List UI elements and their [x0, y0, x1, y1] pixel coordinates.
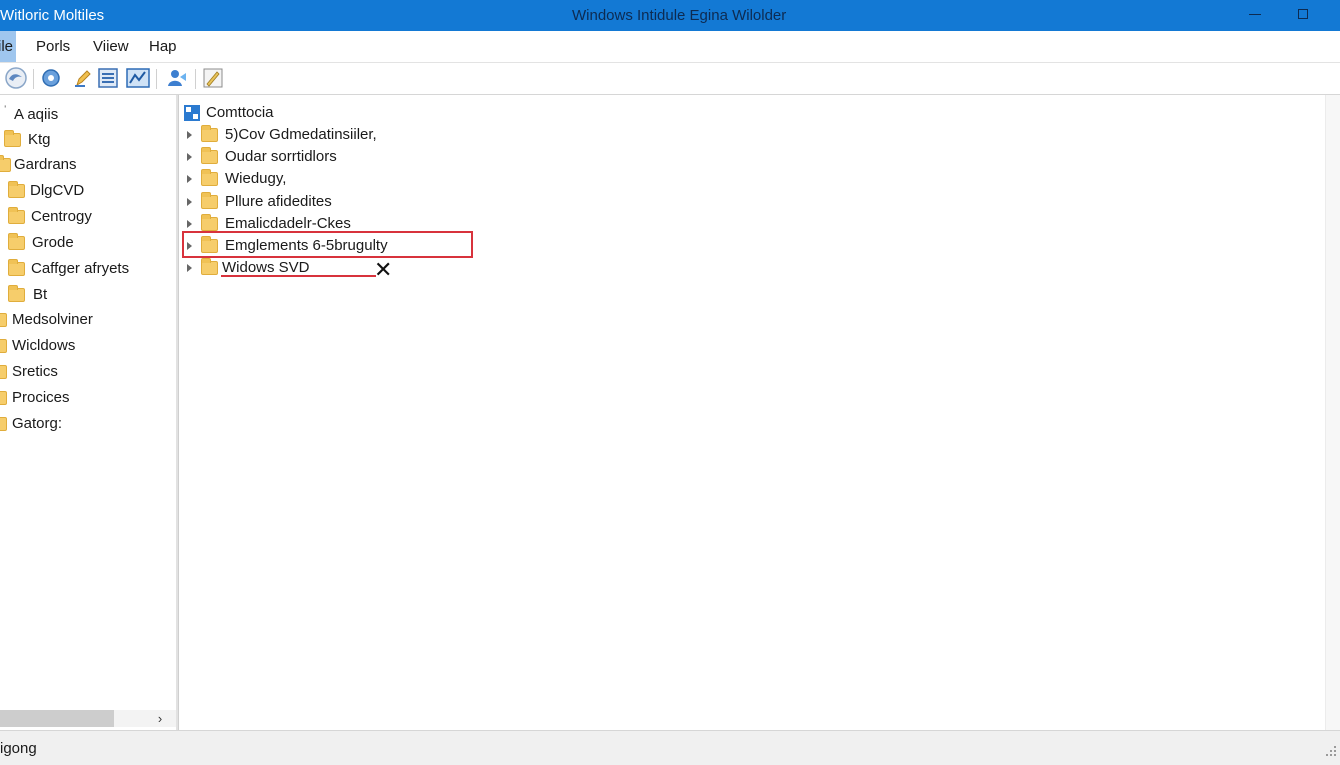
- nav-item-label: Gardrans: [14, 156, 77, 173]
- menu-view[interactable]: Viiew: [91, 31, 131, 62]
- toolbar: [0, 63, 1340, 95]
- properties-icon[interactable]: [202, 67, 224, 89]
- toolbar-separator: [195, 69, 196, 89]
- folder-icon: [201, 169, 218, 186]
- details-view-icon[interactable]: [97, 67, 119, 89]
- folder-icon: [201, 192, 218, 209]
- nav-item-label: Ktg: [28, 131, 51, 148]
- resize-grip-icon[interactable]: [1326, 732, 1338, 760]
- nav-item-label: Centrogy: [31, 208, 92, 225]
- selection-highlight: [182, 231, 473, 258]
- chart-icon[interactable]: [126, 67, 150, 89]
- menu-ports[interactable]: Porls: [34, 31, 72, 62]
- content-item-label: Pllure afidedites: [225, 193, 332, 210]
- expand-arrow-icon[interactable]: [187, 220, 192, 228]
- nav-item-label: Grode: [32, 234, 74, 251]
- expand-arrow-icon[interactable]: [187, 175, 192, 183]
- cursor-icon: ✕: [374, 257, 393, 282]
- chevron-right-icon[interactable]: ›: [153, 710, 167, 727]
- nav-item-label: DlgCVD: [30, 182, 85, 199]
- folder-icon: [201, 258, 218, 275]
- vertical-scrollbar[interactable]: [1325, 95, 1340, 730]
- app-name: Witloric Moltiles: [0, 7, 105, 24]
- nav-item-label: Wicldows: [12, 337, 76, 354]
- nav-item-label: Bt: [33, 286, 48, 303]
- content-pane: Comttocia 5)Cov Gdmedatinsiiler, Oudar s…: [179, 95, 1340, 730]
- maximize-button[interactable]: [1281, 0, 1327, 31]
- folder-icon: [8, 285, 25, 302]
- content-item-label: 5)Cov Gdmedatinsiiler,: [225, 126, 377, 143]
- annotation-underline: [221, 275, 376, 277]
- toolbar-separator: [156, 69, 157, 89]
- refresh-icon[interactable]: [40, 67, 62, 89]
- caret-up-icon: ˈ: [3, 103, 8, 118]
- folder-icon: [0, 391, 7, 405]
- nav-item-label: A aqiis: [14, 106, 59, 123]
- horizontal-scrollbar[interactable]: ›: [0, 710, 176, 727]
- navigation-pane: ˈ A aqiis Ktg Gardrans DlgCVD Centrogy G…: [0, 95, 176, 730]
- status-text: igong: [0, 740, 37, 757]
- menu-help[interactable]: Hap: [147, 31, 179, 62]
- user-icon[interactable]: [165, 67, 187, 89]
- expand-arrow-icon[interactable]: [187, 198, 192, 206]
- app-window: Witloric Moltiles Windows Intidule Egina…: [0, 0, 1340, 765]
- folder-icon: [201, 214, 218, 231]
- folder-icon: [201, 147, 218, 164]
- folder-icon: [0, 365, 7, 379]
- expand-arrow-icon[interactable]: [187, 131, 192, 139]
- scrollbar-thumb[interactable]: [0, 710, 114, 727]
- computer-icon: [184, 105, 200, 121]
- back-icon[interactable]: [3, 67, 27, 89]
- folder-icon: [0, 313, 7, 327]
- menu-file[interactable]: ile: [0, 31, 16, 62]
- folder-icon: [0, 155, 11, 172]
- menu-bar: ile Porls Viiew Hap: [0, 31, 1340, 63]
- expand-arrow-icon[interactable]: [187, 153, 192, 161]
- status-bar: igong: [0, 730, 1340, 765]
- folder-icon: [8, 259, 25, 276]
- folder-icon: [8, 207, 25, 224]
- nav-item-label: Gatorg:: [12, 415, 63, 432]
- folder-icon: [4, 130, 21, 147]
- folder-icon: [0, 417, 7, 431]
- nav-item-label: Procices: [12, 389, 70, 406]
- nav-item-label: Medsolviner: [12, 311, 93, 328]
- title-bar: Witloric Moltiles Windows Intidule Egina…: [0, 0, 1340, 31]
- content-item-label: Oudar sorrtidlors: [225, 148, 337, 165]
- minimize-button[interactable]: [1232, 0, 1278, 31]
- folder-icon: [8, 233, 25, 250]
- expand-arrow-icon[interactable]: [187, 264, 192, 272]
- nav-item-label: Sretics: [12, 363, 58, 380]
- nav-item-label: Caffger afryets: [31, 260, 130, 277]
- folder-icon: [0, 339, 7, 353]
- content-root-label: Comttocia: [206, 104, 274, 121]
- edit-icon[interactable]: [72, 67, 94, 89]
- toolbar-separator: [33, 69, 34, 89]
- folder-icon: [201, 125, 218, 142]
- content-item-label: Wiedugy,: [225, 170, 287, 187]
- window-title: Windows Intidule Egina Wilolder: [572, 7, 787, 24]
- folder-icon: [8, 181, 25, 198]
